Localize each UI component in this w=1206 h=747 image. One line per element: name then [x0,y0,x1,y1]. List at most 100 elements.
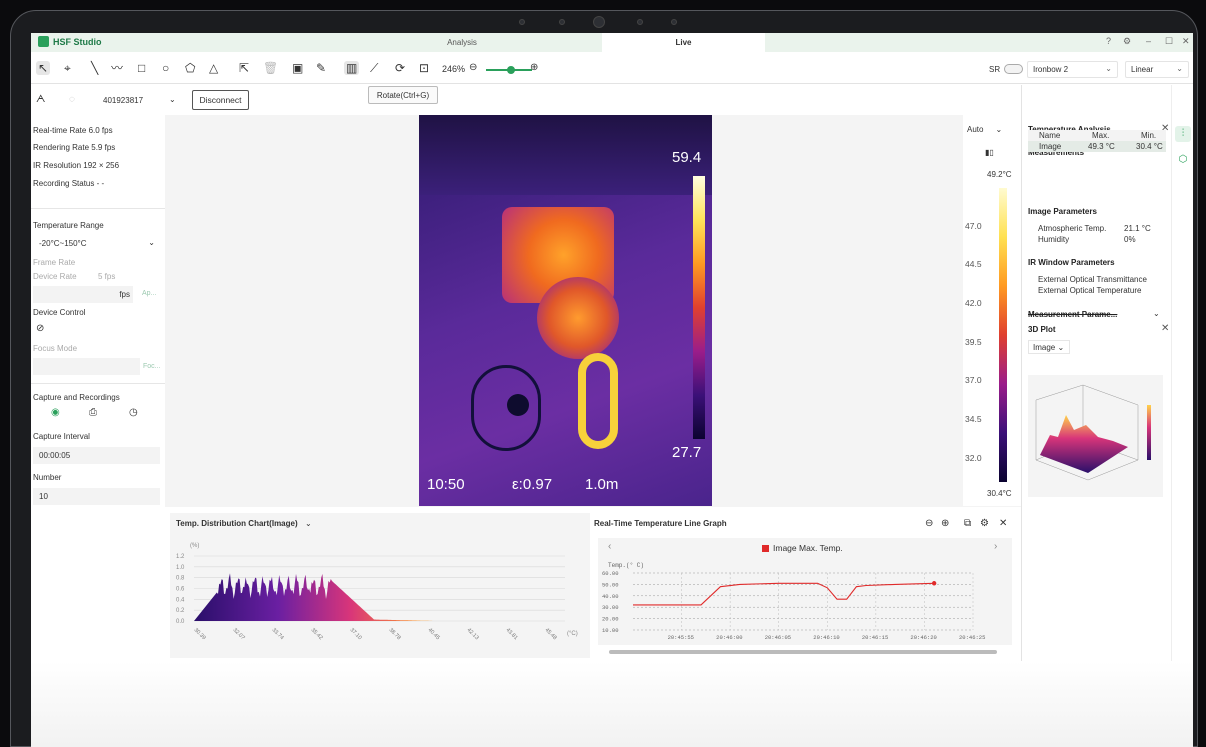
zoom-out-icon[interactable]: ⊖ [469,61,477,75]
series-end-point [931,581,937,586]
app-logo-icon [38,36,49,47]
camera-dot [559,19,565,25]
histogram-icon[interactable]: ▥ [344,61,360,75]
filters-icon[interactable]: ⫶ [1175,126,1191,142]
temp-range-select[interactable]: -20°C~150°C ⌄ [33,235,160,252]
histogram-x-tick: 43.81 [505,627,519,641]
select-tool-icon[interactable]: ⇱ [239,61,249,75]
focus-mode-field[interactable] [33,358,140,375]
chevron-down-icon: ⌄ [1176,64,1183,73]
horizontal-scrollbar[interactable] [609,650,997,654]
rectangle-tool-icon[interactable]: □ [138,61,145,75]
edit-icon[interactable]: ✎ [316,61,326,75]
close-icon[interactable]: ✕ [999,518,1007,529]
scale-lock-icon[interactable]: ▮▯ [985,148,994,157]
close-icon[interactable]: ✕ [1161,323,1169,334]
triangle-tool-icon[interactable]: △ [209,61,218,75]
scale-tick: 47.0 [965,221,982,231]
ellipse-tool-icon[interactable]: ○ [162,61,169,75]
plot3d-colorbar [1147,405,1151,460]
zoom-slider[interactable] [486,66,532,74]
histogram-x-tick: 42.13 [466,627,480,641]
timer-icon[interactable]: ◷ [129,407,138,418]
record-icon[interactable]: ◉ [51,407,60,418]
plot3d-chart[interactable] [1028,375,1163,497]
line-tool-icon[interactable]: ╲ [91,61,98,75]
zoom-out-icon[interactable]: ⊖ [925,518,933,529]
line-graph-y-tick: 10.00 [602,627,619,634]
y-axis-label: Temp.(° C) [608,562,644,569]
scale-mode-dropdown[interactable]: Linear ⌄ [1125,61,1189,78]
cube-icon[interactable]: ⬡ [1175,152,1191,168]
device-select[interactable]: 401923817 [103,96,143,105]
line-graph-grid: 60.00 50.00 40.00 30.00 20.00 10.00 20:45:55 20… [602,570,985,641]
zoom-in-icon[interactable]: ⊕ [941,518,949,529]
col-name: Name [1039,131,1061,140]
histogram-y-tick: 1.2 [176,554,185,560]
camera-icon[interactable]: ⎙ [89,407,97,418]
pointer-icon[interactable]: ↖ [36,61,51,75]
line-graph-y-tick: 30.00 [602,604,619,611]
polyline-tool-icon[interactable]: 〰 [111,61,123,75]
help-icon[interactable]: ? [1106,36,1111,46]
line-graph-icon[interactable]: ⟋ [370,61,378,75]
row-min: 30.4 °C [1136,142,1163,151]
humidity-label: Humidity [1038,235,1070,244]
number-input[interactable]: 10 [33,488,160,505]
color-scale-panel: Auto ⌄ ▮▯ 49.2°C 47.0 44.5 42.0 39.5 37.0… [963,115,1021,506]
capture-label: Capture and Recordings [33,393,120,402]
realtime-rate: Real-time Rate 6.0 fps [33,126,113,135]
plot3d-title: 3D Plot [1028,325,1056,334]
scale-tick: 37.0 [965,375,982,385]
scale-color-bar[interactable] [999,188,1007,482]
measurement-params-title[interactable]: Measurement Parame... [1028,310,1117,319]
line-graph-title: Real-Time Temperature Line Graph [594,519,727,528]
zoom-slider-knob[interactable] [507,66,515,74]
image-min-temp: 27.7 [672,444,702,461]
divider [31,208,165,209]
device-icon[interactable]: ᗅ [36,94,45,105]
histogram-y-unit: (%) [190,543,199,549]
minimize-icon[interactable]: – [1146,36,1151,46]
chevron-down-icon[interactable]: ⌄ [1153,309,1160,318]
tab-live[interactable]: Live [602,33,765,52]
point-tool-icon[interactable]: ⌖ [64,61,71,75]
apply-button[interactable]: Ap... [142,290,156,297]
row-name: Image [1039,142,1062,151]
close-icon[interactable]: ✕ [1182,36,1190,47]
device-rate-value: 5 fps [98,272,116,281]
sr-toggle[interactable] [1004,64,1023,74]
hot-coil [537,277,619,359]
cable [471,365,541,451]
maximize-icon[interactable]: ☐ [1165,36,1173,47]
settings-icon[interactable]: ⚙ [980,518,989,529]
chevron-down-icon[interactable]: ⌄ [169,95,176,104]
palette-dropdown[interactable]: Ironbow 2 ⌄ [1027,61,1118,78]
polygon-tool-icon[interactable]: ⬠ [185,61,195,75]
fps-input[interactable]: fps [33,286,133,303]
focus-icon[interactable]: ⊘ [36,323,44,334]
export-icon[interactable]: ⧉ [964,518,971,529]
disconnect-button[interactable]: Disconnect [192,90,249,110]
plot3d-source-dropdown[interactable]: Image ⌄ [1028,340,1070,354]
thermal-image[interactable]: 59.4 27.7 10:50 ε:0.97 1.0m [419,115,712,506]
capture-interval-input[interactable]: 00:00:05 [33,447,160,464]
scale-auto-dropdown[interactable]: Auto ⌄ [967,125,1002,134]
fit-icon[interactable]: ⊡ [419,61,429,75]
histogram-x-tick: 33.74 [271,627,285,641]
tab-analysis[interactable]: Analysis [322,33,602,52]
histogram-panel: Temp. Distribution Chart(Image) ⌄ (%) 1.… [170,513,590,658]
rotate-icon[interactable]: ⟳ [395,61,405,75]
camera-dot [519,19,525,25]
window-bottom [31,661,1193,747]
focus-button[interactable]: Foc... [143,363,161,370]
focus-mode-label: Focus Mode [33,344,78,353]
scale-tick: 42.0 [965,298,982,308]
delete-icon[interactable]: 🗑 [263,61,278,75]
settings-icon[interactable]: ⚙ [1123,36,1131,47]
refresh-icon[interactable]: ◌ [69,94,75,105]
image-icon[interactable]: ▣ [292,61,303,75]
ir-window-title: IR Window Parameters [1028,258,1115,267]
zoom-in-icon[interactable]: ⊕ [530,61,538,75]
plug [507,394,529,416]
